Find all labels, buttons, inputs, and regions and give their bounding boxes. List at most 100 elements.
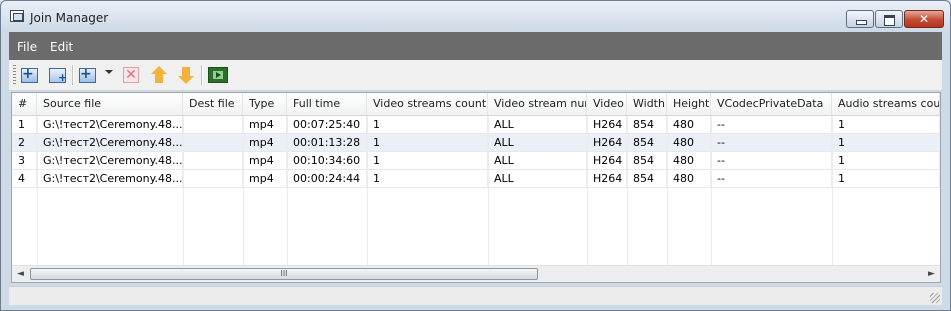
cell-source-file[interactable]: G:\!тест2\Ceremony.48...	[37, 134, 183, 152]
dropdown-arrow-icon[interactable]	[105, 70, 113, 74]
horizontal-scrollbar[interactable]: ◄ III ►	[12, 265, 940, 282]
cell-source-file[interactable]: G:\!тест2\Ceremony.48...	[37, 170, 183, 188]
minimize-icon	[856, 20, 867, 25]
toolbar-grip[interactable]	[13, 65, 16, 85]
table-row[interactable]: 4 G:\!тест2\Ceremony.48... mp4 00:00:24:44 1…	[12, 170, 940, 188]
column-divider	[183, 116, 184, 266]
cell-full-time[interactable]: 00:00:24:44	[287, 170, 367, 188]
cell-video[interactable]: H264	[587, 116, 627, 134]
toolbar-separator	[201, 65, 203, 85]
menu-file[interactable]: File	[17, 40, 37, 54]
cell-audio-streams-count[interactable]: 1	[832, 134, 940, 152]
cell-index[interactable]: 4	[12, 170, 37, 188]
cell-video-streams-count[interactable]: 1	[367, 116, 488, 134]
cell-video-stream-num[interactable]: ALL	[488, 152, 587, 170]
column-header-type[interactable]: Type	[243, 93, 287, 115]
column-header-full-time[interactable]: Full time	[287, 93, 367, 115]
cell-type[interactable]: mp4	[243, 116, 287, 134]
column-header-index[interactable]: #	[12, 93, 37, 115]
move-up-icon	[150, 66, 168, 84]
table-row[interactable]: 1 G:\!тест2\Ceremony.48... mp4 00:07:25:40 1…	[12, 116, 940, 134]
cell-dest-file[interactable]	[183, 134, 243, 152]
cell-dest-file[interactable]	[183, 152, 243, 170]
add-folder-button[interactable]: +	[47, 64, 69, 86]
cell-audio-streams-count[interactable]: 1	[832, 152, 940, 170]
cell-video-stream-num[interactable]: ALL	[488, 134, 587, 152]
cell-video-stream-num[interactable]: ALL	[488, 116, 587, 134]
add-folder-icon: +	[49, 68, 67, 84]
scrollbar-thumb[interactable]: III	[30, 268, 538, 280]
join-run-icon	[208, 67, 228, 83]
join-manager-window: Join Manager ✕ File Edit + + + ✕ # Sourc…	[0, 0, 951, 311]
cell-audio-streams-count[interactable]: 1	[832, 116, 940, 134]
cell-width[interactable]: 854	[627, 170, 667, 188]
column-header-video-stream-num[interactable]: Video stream num	[488, 93, 587, 115]
cell-video-streams-count[interactable]: 1	[367, 170, 488, 188]
cell-vcodec-private-data[interactable]: --	[711, 152, 832, 170]
column-header-height[interactable]: Height	[667, 93, 711, 115]
cell-audio-streams-count[interactable]: 1	[832, 170, 940, 188]
maximize-button[interactable]	[875, 10, 903, 28]
menu-bar: File Edit	[9, 32, 942, 60]
column-header-width[interactable]: Width	[627, 93, 667, 115]
cell-video-streams-count[interactable]: 1	[367, 134, 488, 152]
move-down-button[interactable]	[175, 64, 197, 86]
cell-full-time[interactable]: 00:01:13:28	[287, 134, 367, 152]
cell-dest-file[interactable]	[183, 170, 243, 188]
column-header-vcodec-private-data[interactable]: VCodecPrivateData	[711, 93, 832, 115]
scroll-left-arrow-icon[interactable]: ◄	[12, 266, 29, 282]
cell-index[interactable]: 1	[12, 116, 37, 134]
move-up-button[interactable]	[148, 64, 170, 86]
cell-type[interactable]: mp4	[243, 134, 287, 152]
cell-height[interactable]: 480	[667, 134, 711, 152]
table-row[interactable]: 2 G:\!тест2\Ceremony.48... mp4 00:01:13:28 1…	[12, 134, 940, 152]
maximize-icon	[884, 15, 895, 26]
join-run-button[interactable]	[207, 64, 229, 86]
add-options-button[interactable]: +	[77, 64, 99, 86]
grip-icon: III	[280, 269, 288, 278]
cell-width[interactable]: 854	[627, 134, 667, 152]
files-grid[interactable]: # Source file Dest file Type Full time V…	[11, 92, 941, 283]
add-file-button[interactable]: +	[19, 64, 41, 86]
cell-vcodec-private-data[interactable]: --	[711, 116, 832, 134]
cell-width[interactable]: 854	[627, 116, 667, 134]
delete-button[interactable]: ✕	[120, 64, 142, 86]
resize-grip-icon[interactable]	[930, 293, 940, 303]
grid-header: # Source file Dest file Type Full time V…	[12, 93, 940, 116]
column-divider	[832, 116, 833, 266]
cell-video-stream-num[interactable]: ALL	[488, 170, 587, 188]
cell-dest-file[interactable]	[183, 116, 243, 134]
cell-index[interactable]: 3	[12, 152, 37, 170]
delete-icon: ✕	[123, 67, 139, 83]
column-header-video-streams-count[interactable]: Video streams count	[367, 93, 488, 115]
cell-video[interactable]: H264	[587, 170, 627, 188]
cell-video[interactable]: H264	[587, 134, 627, 152]
toolbar: + + + ✕	[9, 60, 942, 91]
cell-height[interactable]: 480	[667, 170, 711, 188]
cell-vcodec-private-data[interactable]: --	[711, 134, 832, 152]
cell-height[interactable]: 480	[667, 116, 711, 134]
column-header-source-file[interactable]: Source file	[37, 93, 183, 115]
cell-source-file[interactable]: G:\!тест2\Ceremony.48...	[37, 152, 183, 170]
cell-source-file[interactable]: G:\!тест2\Ceremony.48...	[37, 116, 183, 134]
cell-vcodec-private-data[interactable]: --	[711, 170, 832, 188]
column-header-video[interactable]: Video	[587, 93, 627, 115]
cell-index[interactable]: 2	[12, 134, 37, 152]
minimize-button[interactable]	[846, 10, 874, 28]
cell-full-time[interactable]: 00:10:34:60	[287, 152, 367, 170]
cell-type[interactable]: mp4	[243, 152, 287, 170]
close-button[interactable]: ✕	[904, 10, 944, 28]
title-bar[interactable]: Join Manager ✕	[1, 1, 950, 31]
menu-edit[interactable]: Edit	[50, 40, 73, 54]
cell-height[interactable]: 480	[667, 152, 711, 170]
window-title: Join Manager	[30, 11, 109, 25]
table-row[interactable]: 3 G:\!тест2\Ceremony.48... mp4 00:10:34:60 1…	[12, 152, 940, 170]
cell-full-time[interactable]: 00:07:25:40	[287, 116, 367, 134]
cell-video-streams-count[interactable]: 1	[367, 152, 488, 170]
column-header-dest-file[interactable]: Dest file	[183, 93, 243, 115]
scroll-right-arrow-icon[interactable]: ►	[923, 266, 940, 282]
cell-type[interactable]: mp4	[243, 170, 287, 188]
cell-video[interactable]: H264	[587, 152, 627, 170]
cell-width[interactable]: 854	[627, 152, 667, 170]
column-header-audio-streams-count[interactable]: Audio streams count	[832, 93, 940, 115]
